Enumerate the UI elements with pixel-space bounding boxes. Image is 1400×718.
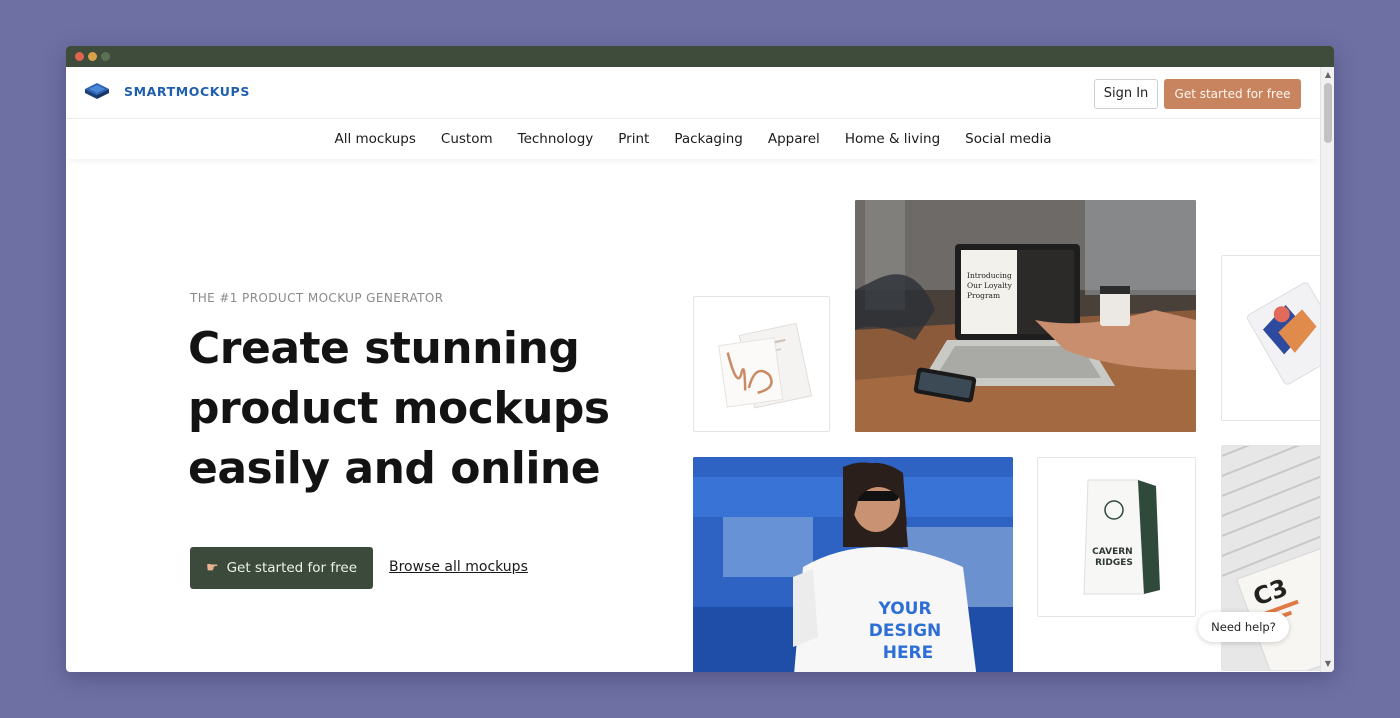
sign-in-button[interactable]: Sign In: [1094, 79, 1158, 109]
scroll-up-arrow[interactable]: ▲: [1321, 69, 1334, 81]
smartmockups-logo-icon: [85, 83, 109, 99]
laptop-mockup-image: Introducing Our Loyalty Program: [855, 200, 1196, 432]
category-nav: All mockups Custom Technology Print Pack…: [66, 119, 1320, 159]
svg-text:CAVERN RIDGES: CAVERN RIDGES: [1092, 547, 1136, 568]
hero-eyebrow: THE #1 PRODUCT MOCKUP GENERATOR: [190, 291, 444, 305]
page-viewport: SMARTMOCKUPS Sign In Get started for fre…: [66, 67, 1334, 672]
nav-item-social-media[interactable]: Social media: [965, 131, 1051, 147]
nav-item-custom[interactable]: Custom: [441, 131, 493, 147]
headline-line-3: easily and online: [188, 443, 601, 494]
hero-headline: Create stunning product mockups easily a…: [188, 319, 658, 499]
cup-mockup-image: [1222, 256, 1320, 420]
scroll-down-arrow[interactable]: ▼: [1321, 658, 1334, 670]
nav-item-home-living[interactable]: Home & living: [845, 131, 940, 147]
tshirt-mockup-image: YOUR DESIGN HERE: [693, 457, 1013, 672]
need-help-chat-button[interactable]: Need help?: [1198, 612, 1289, 642]
stationery-mockup-image: [694, 297, 829, 431]
hero-cta-label: Get started for free: [226, 560, 357, 576]
hero-get-started-button[interactable]: ☛ Get started for free: [190, 547, 373, 589]
browser-window: SMARTMOCKUPS Sign In Get started for fre…: [66, 46, 1334, 672]
browse-all-mockups-link[interactable]: Browse all mockups: [389, 559, 528, 575]
nav-item-technology[interactable]: Technology: [518, 131, 594, 147]
nav-item-print[interactable]: Print: [618, 131, 649, 147]
brand-logo[interactable]: SMARTMOCKUPS: [84, 81, 250, 101]
coffee-bag-mockup-image: CAVERN RIDGES: [1038, 458, 1195, 616]
nav-item-all-mockups[interactable]: All mockups: [334, 131, 415, 147]
header-get-started-button[interactable]: Get started for free: [1164, 79, 1301, 109]
headline-line-1: Create stunning: [188, 323, 580, 374]
mockup-tile-tshirt[interactable]: YOUR DESIGN HERE: [693, 457, 1013, 672]
nav-item-packaging[interactable]: Packaging: [674, 131, 743, 147]
mockup-tile-laptop[interactable]: Introducing Our Loyalty Program: [855, 200, 1196, 432]
site-header: SMARTMOCKUPS Sign In Get started for fre…: [66, 67, 1320, 119]
headline-line-2: product mockups: [188, 383, 610, 434]
pointing-hand-icon: ☛: [206, 560, 219, 576]
mockup-tile-coffee-bag[interactable]: CAVERN RIDGES: [1037, 457, 1196, 617]
brand-name: SMARTMOCKUPS: [124, 83, 250, 99]
page-scrollbar[interactable]: ▲ ▼: [1320, 67, 1334, 672]
nav-item-apparel[interactable]: Apparel: [768, 131, 820, 147]
mockup-tile-cup[interactable]: [1221, 255, 1321, 421]
window-maximize-dot[interactable]: [101, 52, 110, 61]
scrollbar-thumb[interactable]: [1324, 83, 1332, 143]
window-titlebar: [66, 46, 1334, 67]
window-minimize-dot[interactable]: [88, 52, 97, 61]
mockup-tile-stationery[interactable]: [693, 296, 830, 432]
window-close-dot[interactable]: [75, 52, 84, 61]
